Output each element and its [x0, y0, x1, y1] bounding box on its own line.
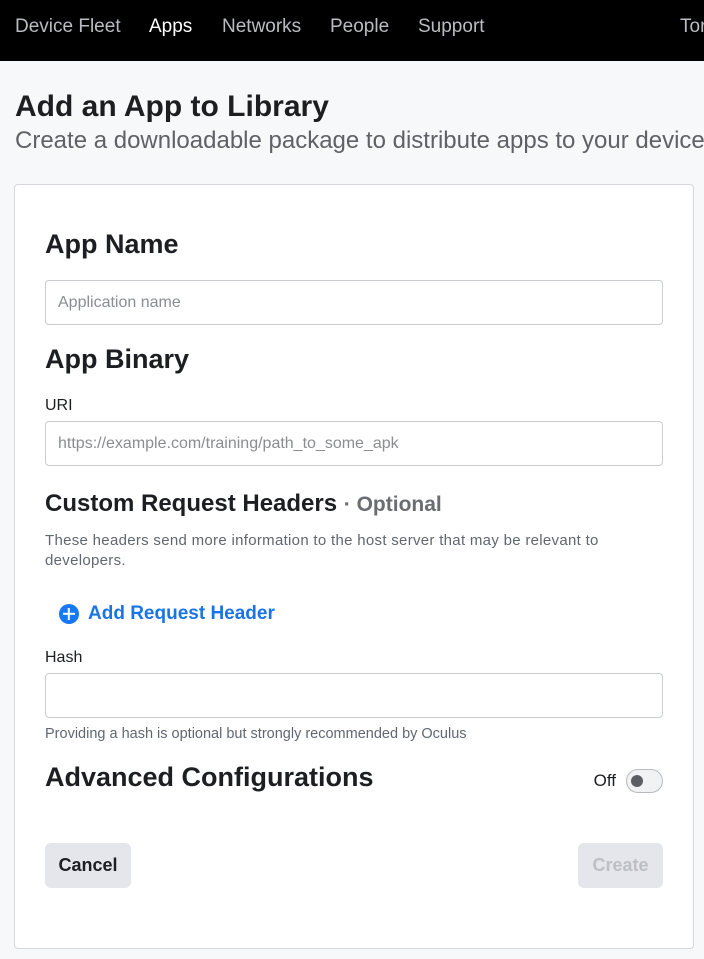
- plus-circle-icon: [59, 604, 79, 624]
- custom-request-headers-heading: Custom Request Headers · Optional: [45, 490, 442, 518]
- add-app-form-card: App Name App Binary URI Custom Request H…: [14, 184, 694, 949]
- optional-tag: · Optional: [343, 493, 442, 516]
- create-button[interactable]: Create: [578, 843, 663, 888]
- page-subtitle: Create a downloadable package to distrib…: [15, 127, 704, 154]
- nav-item-support[interactable]: Support: [418, 16, 485, 38]
- uri-input[interactable]: [45, 421, 663, 466]
- add-request-header-button[interactable]: Add Request Header: [59, 601, 275, 627]
- add-request-header-label: Add Request Header: [88, 603, 275, 624]
- advanced-configurations-heading: Advanced Configurations: [45, 762, 374, 792]
- top-nav: Device Fleet Apps Networks People Suppor…: [0, 0, 704, 61]
- custom-headers-description: These headers send more information to t…: [45, 532, 599, 569]
- toggle-state-label: Off: [593, 771, 616, 790]
- nav-user-menu[interactable]: Tor: [680, 16, 704, 38]
- hash-input[interactable]: [45, 673, 663, 718]
- nav-item-apps[interactable]: Apps: [149, 16, 192, 38]
- page-title: Add an App to Library: [15, 90, 329, 123]
- nav-item-device-fleet[interactable]: Device Fleet: [15, 16, 121, 38]
- nav-item-people[interactable]: People: [330, 16, 389, 38]
- toggle-knob: [631, 775, 643, 787]
- advanced-config-toggle[interactable]: [626, 769, 663, 793]
- app-binary-heading: App Binary: [45, 344, 190, 374]
- cancel-button[interactable]: Cancel: [45, 843, 131, 888]
- nav-item-networks[interactable]: Networks: [222, 16, 301, 38]
- hash-label: Hash: [45, 649, 83, 666]
- advanced-config-toggle-group: Off: [594, 769, 663, 793]
- app-name-heading: App Name: [45, 229, 179, 259]
- app-name-input[interactable]: [45, 280, 663, 325]
- custom-request-headers-title: Custom Request Headers: [45, 490, 338, 517]
- uri-label: URI: [45, 397, 73, 414]
- hash-helper-text: Providing a hash is optional but strongl…: [45, 726, 467, 742]
